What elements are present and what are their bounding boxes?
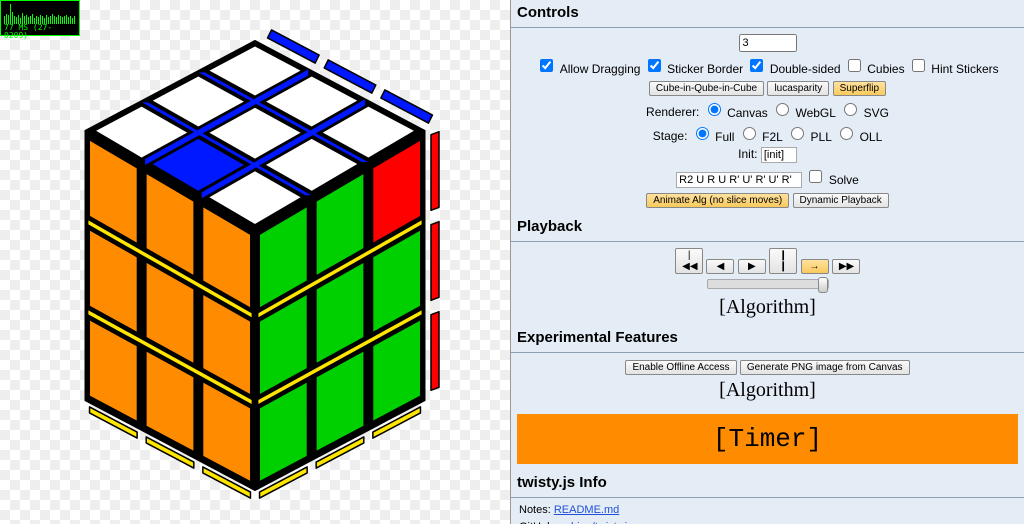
playback-fwd-button[interactable]: →: [801, 259, 829, 274]
solve-checkbox[interactable]: [809, 170, 822, 183]
stage-full-radio[interactable]: [696, 127, 709, 140]
lucasparity-button[interactable]: lucasparity: [767, 81, 829, 96]
sticker-right-hint: [431, 312, 439, 391]
renderer-svg-label: SVG: [864, 106, 889, 120]
playback-start-button[interactable]: |◀◀: [675, 248, 703, 274]
renderer-webgl-radio[interactable]: [776, 103, 789, 116]
stage-f2l-label: F2L: [762, 129, 783, 143]
side-panel: Controls Allow Dragging Sticker Border D…: [510, 0, 1024, 524]
cube[interactable]: [25, 21, 485, 504]
info-heading: twisty.js Info: [511, 470, 1024, 498]
playback-back-button[interactable]: ◀: [706, 259, 734, 274]
notes-link[interactable]: README.md: [554, 504, 619, 516]
generate-png-button[interactable]: Generate PNG image from Canvas: [740, 360, 910, 375]
sticker-border-checkbox[interactable]: [648, 59, 661, 72]
animate-alg-button[interactable]: Animate Alg (no slice moves): [646, 193, 789, 208]
sticker-border-label: Sticker Border: [667, 62, 743, 76]
sticker-right-hint: [431, 222, 439, 301]
stage-full-label: Full: [715, 129, 734, 143]
init-input[interactable]: [761, 147, 797, 163]
allow-dragging-label: Allow Dragging: [560, 62, 641, 76]
playback-play-button[interactable]: ▶: [738, 259, 766, 274]
superflip-button[interactable]: Superflip: [833, 81, 886, 96]
cicic-button[interactable]: Cube-in-Qube-in-Cube: [649, 81, 764, 96]
experimental-algo: [Algorithm]: [515, 377, 1020, 404]
playback-algo: [Algorithm]: [515, 294, 1020, 321]
renderer-canvas-radio[interactable]: [708, 103, 721, 116]
hint-stickers-checkbox[interactable]: [912, 59, 925, 72]
init-label: Init:: [738, 147, 757, 161]
notes-label: Notes:: [519, 504, 554, 516]
stage-pll-label: PLL: [811, 129, 832, 143]
alg-input[interactable]: [676, 172, 802, 188]
allow-dragging-checkbox[interactable]: [540, 59, 553, 72]
enable-offline-button[interactable]: Enable Offline Access: [625, 360, 736, 375]
controls-heading: Controls: [511, 0, 1024, 28]
playback-heading: Playback: [511, 214, 1024, 242]
dim-input[interactable]: [739, 34, 797, 52]
dynamic-playback-button[interactable]: Dynamic Playback: [793, 193, 889, 208]
stage-oll-label: OLL: [860, 129, 883, 143]
stage-label: Stage:: [653, 129, 688, 143]
cubies-label: Cubies: [867, 62, 904, 76]
renderer-canvas-label: Canvas: [727, 106, 768, 120]
slider-thumb[interactable]: [818, 277, 828, 293]
timer-display: [Timer]: [517, 414, 1018, 464]
double-sided-checkbox[interactable]: [750, 59, 763, 72]
stage-oll-radio[interactable]: [840, 127, 853, 140]
experimental-heading: Experimental Features: [511, 325, 1024, 353]
playback-pause-button[interactable]: ❙ ❙: [769, 248, 797, 274]
renderer-label: Renderer:: [646, 105, 699, 119]
sticker-right-hint: [431, 132, 439, 211]
double-sided-label: Double-sided: [770, 62, 841, 76]
stage-pll-radio[interactable]: [791, 127, 804, 140]
playback-slider[interactable]: [707, 279, 829, 289]
playback-end-button[interactable]: ▶▶: [832, 259, 860, 274]
stage-f2l-radio[interactable]: [743, 127, 756, 140]
solve-label: Solve: [829, 173, 859, 187]
renderer-svg-radio[interactable]: [844, 103, 857, 116]
canvas-area[interactable]: 77 MS (27-0209): [0, 0, 510, 524]
renderer-webgl-label: WebGL: [795, 106, 835, 120]
cubies-checkbox[interactable]: [848, 59, 861, 72]
hint-stickers-label: Hint Stickers: [931, 62, 998, 76]
